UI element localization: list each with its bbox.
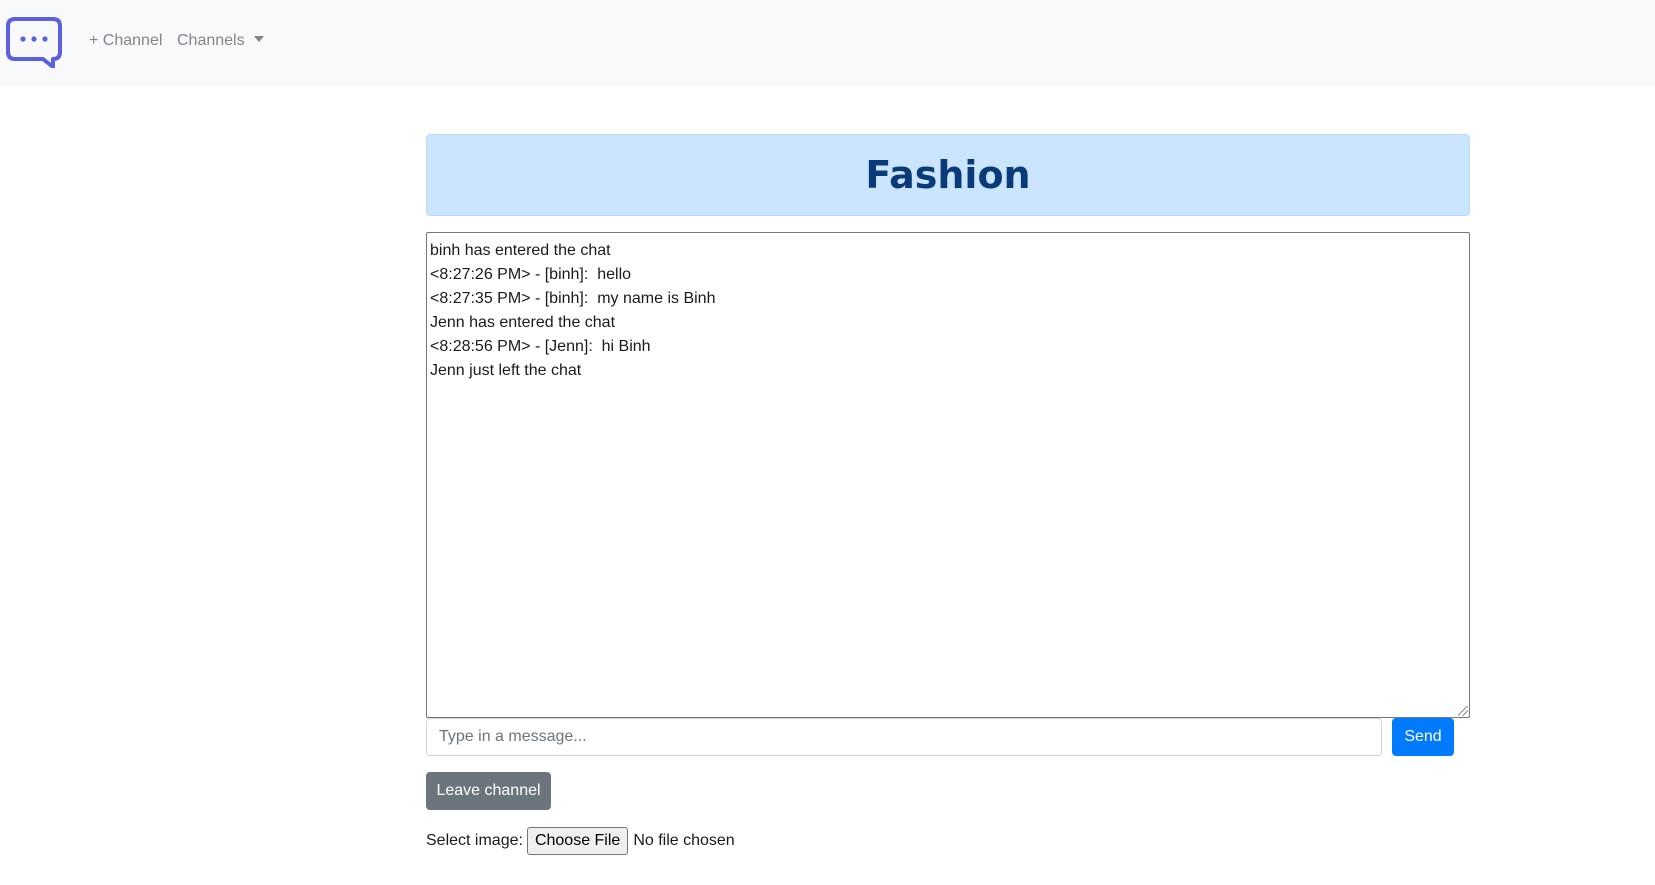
top-navbar: + Channel Channels: [0, 0, 1655, 86]
choose-file-button[interactable]: Choose File: [526, 827, 629, 855]
channels-dropdown-label: Channels: [177, 32, 245, 49]
leave-channel-button[interactable]: Leave channel: [426, 772, 551, 810]
resize-grip-icon[interactable]: [1458, 706, 1468, 716]
chat-line: Jenn just left the chat: [430, 362, 582, 379]
channel-title: Fashion: [865, 153, 1031, 197]
chat-line: <8:27:35 PM> - [binh]: my name is Binh: [430, 290, 716, 307]
add-channel-link[interactable]: + Channel: [89, 32, 162, 50]
select-image-label: Select image:: [426, 832, 523, 849]
image-upload-row: Select image: Choose File No file chosen: [426, 827, 735, 855]
chat-line: binh has entered the chat: [430, 242, 611, 259]
chat-bubble-dots-icon[interactable]: [5, 16, 63, 69]
channel-title-banner: Fashion: [426, 134, 1470, 216]
file-status-text: No file chosen: [633, 832, 735, 849]
chat-log[interactable]: binh has entered the chat <8:27:26 PM> -…: [426, 232, 1470, 718]
caret-down-icon: [253, 36, 264, 42]
chat-line: <8:28:56 PM> - [Jenn]: hi Binh: [430, 338, 651, 355]
chat-line: Jenn has entered the chat: [430, 314, 616, 331]
channels-dropdown[interactable]: Channels: [177, 32, 264, 50]
chat-line: <8:27:26 PM> - [binh]: hello: [430, 266, 632, 283]
send-button[interactable]: Send: [1392, 718, 1454, 756]
message-input[interactable]: [426, 718, 1382, 756]
